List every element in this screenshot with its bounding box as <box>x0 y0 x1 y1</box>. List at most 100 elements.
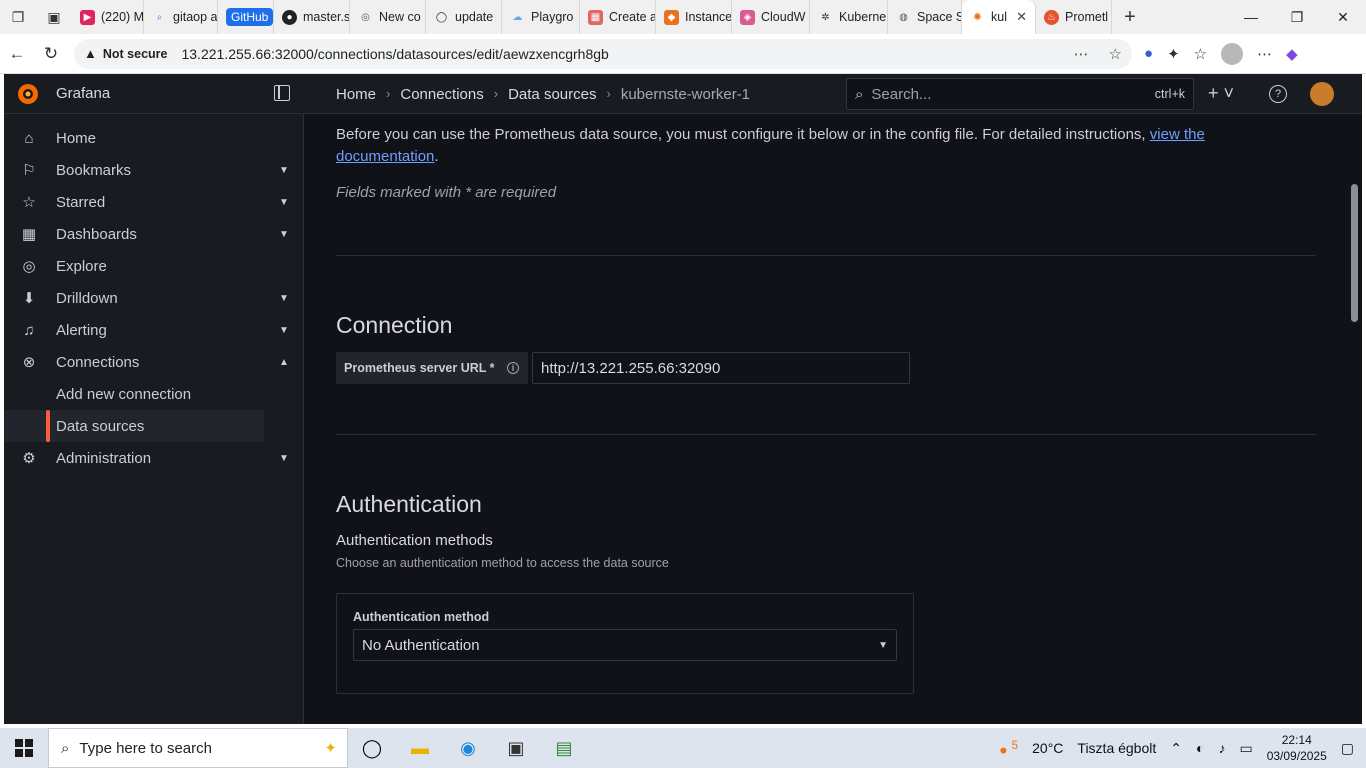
sidebar-item-alerting[interactable]: ♫ Alerting ▼ <box>4 314 303 346</box>
weather-icon[interactable]: ● 5 <box>999 739 1018 758</box>
chevron-right-icon: › <box>606 86 611 101</box>
warning-icon[interactable]: ▲ <box>84 46 97 61</box>
network-icon[interactable]: ◐ <box>1196 740 1204 756</box>
restore-icon[interactable]: ❐ <box>1274 0 1320 34</box>
sidebar-item-drilldown[interactable]: ⬇ Drilldown ▼ <box>4 282 303 314</box>
dock-menu-icon[interactable] <box>274 85 290 101</box>
back-icon[interactable]: ← <box>0 37 34 71</box>
url-text[interactable]: 13.221.255.66:32000/connections/datasour… <box>181 46 608 62</box>
chevron-down-icon[interactable]: ▼ <box>279 197 289 208</box>
prometheus-icon: ♨ <box>1044 9 1059 25</box>
auth-methods-description: Choose an authentication method to acces… <box>336 556 669 570</box>
search-icon: ⌕ <box>61 739 70 757</box>
aws-icon: ◆ <box>664 9 679 25</box>
chevron-down-icon[interactable]: ▼ <box>279 453 289 464</box>
browser-tab[interactable]: ♨ Prometl <box>1036 0 1112 34</box>
sidebar-item-starred[interactable]: ☆ Starred ▼ <box>4 186 303 218</box>
chevron-down-icon[interactable]: ▼ <box>279 293 289 304</box>
profile-icon[interactable] <box>1221 42 1244 65</box>
browser-tab-active[interactable]: ✺ kul ✕ <box>962 0 1036 34</box>
github-badge: GitHub <box>226 8 273 26</box>
sidebar-item-add-new-connection[interactable]: Add new connection <box>4 378 303 410</box>
breadcrumb: Home › Connections › Data sources › kube… <box>336 86 750 103</box>
browser-tab[interactable]: ✲ Kuberne <box>810 0 888 34</box>
browser-tab[interactable]: ▦ Create a <box>580 0 656 34</box>
authentication-heading: Authentication <box>336 491 482 517</box>
page-options-icon[interactable]: ⋯ <box>1074 45 1089 63</box>
gear-icon: ⚙ <box>22 450 36 467</box>
extensions-icon[interactable]: ✦ <box>1167 45 1180 63</box>
breadcrumb-data-sources[interactable]: Data sources <box>508 86 596 103</box>
sidebar-item-explore[interactable]: ◎ Explore <box>4 250 303 282</box>
address-bar-row: ← ↻ ▲ Not secure 13.221.255.66:32000/con… <box>0 34 1366 74</box>
chevron-down-icon[interactable]: ▼ <box>279 165 289 176</box>
sidebar-item-administration[interactable]: ⚙ Administration ▼ <box>4 442 303 474</box>
weather-description[interactable]: Tiszta égbolt <box>1077 740 1156 756</box>
favorites-icon[interactable]: ☆ <box>1194 45 1207 63</box>
chevron-down-icon[interactable]: ▼ <box>279 325 289 336</box>
not-secure-label[interactable]: Not secure <box>103 47 168 61</box>
browser-tab[interactable]: ◎ New co <box>350 0 426 34</box>
copilot-icon[interactable]: ◆ <box>1286 45 1298 63</box>
reload-icon[interactable]: ↻ <box>34 37 68 71</box>
notifications-icon[interactable]: ▢ <box>1341 740 1354 757</box>
cloud-icon: ☁ <box>512 11 523 23</box>
browser-tab[interactable]: ◍ Space S <box>888 0 962 34</box>
url-bar[interactable]: ▲ Not secure 13.221.255.66:32000/connect… <box>74 38 1132 69</box>
file-explorer-icon[interactable]: ▬ <box>396 728 444 768</box>
close-window-icon[interactable]: ✕ <box>1320 0 1366 34</box>
new-tab-icon[interactable]: + <box>1112 0 1148 34</box>
taskbar-search-input[interactable]: ⌕ Type here to search ✦ <box>48 728 348 768</box>
browser-tab[interactable]: ● master.s <box>274 0 350 34</box>
windows-start-icon[interactable] <box>0 728 48 768</box>
new-menu-icon[interactable]: + ˅ <box>1208 83 1234 104</box>
browser-tab[interactable]: ◯ update <box>426 0 502 34</box>
notepad-icon[interactable]: ▤ <box>540 728 588 768</box>
top-nav: Grafana Home › Connections › Data source… <box>4 74 1362 114</box>
browser-tab[interactable]: ▶ (220) M <box>72 0 144 34</box>
weather-temp[interactable]: 20°C <box>1032 740 1063 756</box>
sidebar-item-data-sources[interactable]: Data sources <box>4 410 264 442</box>
auth-method-select[interactable]: No Authentication ▼ <box>353 629 897 661</box>
chevron-down-icon[interactable]: ▼ <box>279 229 289 240</box>
volume-icon[interactable]: ♪ <box>1218 740 1225 756</box>
scrollbar-thumb[interactable] <box>1351 184 1358 322</box>
clock[interactable]: 22:14 03/09/2025 <box>1267 732 1327 764</box>
tab-actions-icon[interactable]: ▣ <box>36 0 72 34</box>
server-url-label: Prometheus server URL * i <box>336 352 528 384</box>
sidebar-item-home[interactable]: ⌂ Home <box>4 122 303 154</box>
grafana-logo-icon[interactable] <box>16 82 40 106</box>
browser-tab-bar: ❐ ▣ ▶ (220) M ⌕ gitaop a GitHub ● master.s … <box>0 0 1366 34</box>
browser-tab[interactable]: GitHub <box>218 0 274 34</box>
browser-tab[interactable]: ◆ Instance <box>656 0 732 34</box>
info-icon[interactable]: i <box>507 362 519 374</box>
more-menu-icon[interactable]: ⋯ <box>1257 45 1272 63</box>
breadcrumb-connections[interactable]: Connections <box>400 86 483 103</box>
chevron-up-icon[interactable]: ⌃ <box>1170 740 1182 757</box>
chevron-up-icon[interactable]: ▲ <box>279 357 289 368</box>
help-icon[interactable]: ? <box>1269 85 1287 103</box>
workspaces-icon[interactable]: ❐ <box>0 0 36 34</box>
sidebar-item-dashboards[interactable]: ▦ Dashboards ▼ <box>4 218 303 250</box>
display-icon[interactable]: ▭ <box>1239 740 1252 757</box>
extension-shield-icon[interactable]: ● <box>1144 45 1153 62</box>
scrollbar[interactable] <box>1348 114 1362 724</box>
sidebar-item-bookmarks[interactable]: ⚐ Bookmarks ▼ <box>4 154 303 186</box>
required-note: Fields marked with * are required <box>336 184 557 201</box>
cloudwatch-icon: ◈ <box>740 9 755 25</box>
youtube-icon: ▶ <box>80 9 95 25</box>
sidebar-item-connections[interactable]: ⊗ Connections ▲ <box>4 346 303 378</box>
avatar[interactable] <box>1310 82 1334 106</box>
browser-tab[interactable]: ☁ Playgro <box>502 0 580 34</box>
search-input[interactable]: ⌕ Search... ctrl+k <box>846 78 1194 110</box>
task-view-icon[interactable]: ◯ <box>348 728 396 768</box>
close-tab-icon[interactable]: ✕ <box>1016 9 1027 25</box>
browser-tab[interactable]: ◈ CloudW <box>732 0 810 34</box>
minimize-icon[interactable]: — <box>1228 0 1274 34</box>
browser-tab[interactable]: ⌕ gitaop a <box>144 0 218 34</box>
breadcrumb-home[interactable]: Home <box>336 86 376 103</box>
edge-icon[interactable]: ◉ <box>444 728 492 768</box>
server-url-input[interactable]: http://13.221.255.66:32090 <box>532 352 910 384</box>
favorite-star-icon[interactable]: ☆ <box>1109 45 1122 63</box>
terminal-icon[interactable]: ▣ <box>492 728 540 768</box>
